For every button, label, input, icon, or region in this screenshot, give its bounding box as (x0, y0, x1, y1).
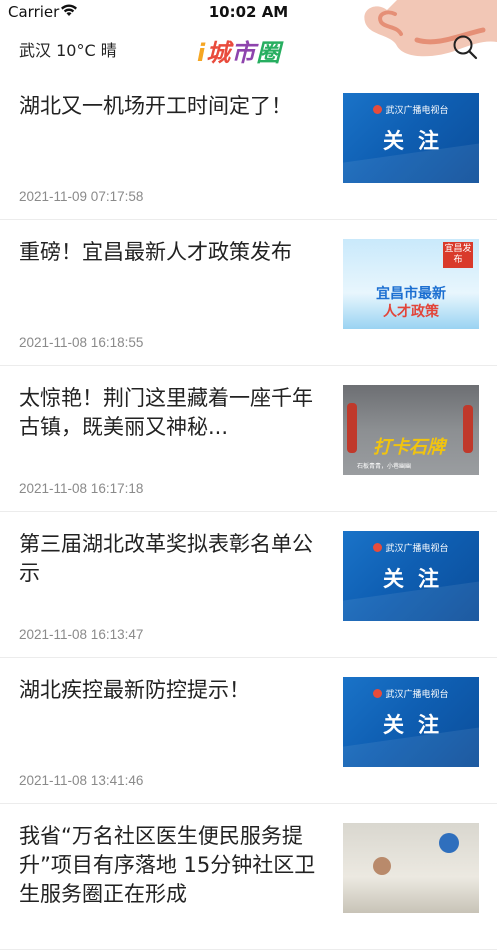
news-item[interactable]: 重磅！宜昌最新人才政策发布 2021-11-08 16:18:55 宜昌发布 宜… (0, 220, 497, 366)
news-thumbnail: 武汉广播电视台 关注 (343, 531, 479, 621)
station-label: 武汉广播电视台 (385, 690, 449, 700)
performer-figure (463, 405, 473, 453)
news-time: 2021-11-08 16:13:47 (19, 627, 144, 642)
thumb-caption: 打卡石牌 (373, 437, 445, 458)
thumb-badge: 宜昌发布 (443, 242, 473, 268)
news-item[interactable]: 我省“万名社区医生便民服务提升”项目有序落地 15分钟社区卫生服务圈正在形成 (0, 804, 497, 950)
news-title: 湖北又一机场开工时间定了！ (19, 94, 292, 118)
weather-label: 武汉 10°C 晴 (19, 41, 117, 60)
station-logo-icon (373, 543, 383, 552)
news-item[interactable]: 湖北疾控最新防控提示！ 2021-11-08 13:41:46 武汉广播电视台 … (0, 658, 497, 804)
news-time: 2021-11-08 13:41:46 (19, 773, 144, 788)
station-logo-icon (373, 689, 383, 698)
news-time: 2021-11-09 07:17:58 (19, 189, 144, 204)
news-title: 重磅！宜昌最新人才政策发布 (19, 240, 292, 264)
thumb-caption: 关注 (383, 129, 453, 153)
news-thumbnail: 武汉广播电视台 关注 (343, 677, 479, 767)
news-item[interactable]: 湖北又一机场开工时间定了！ 2021-11-09 07:17:58 武汉广播电视… (0, 74, 497, 220)
app-logo: i城市圈 (197, 33, 281, 68)
logo-char: 市 (231, 39, 257, 67)
news-title: 太惊艳！荆门这里藏着一座千年古镇，既美丽又神秘... (19, 386, 313, 439)
news-title: 湖北疾控最新防控提示！ (19, 678, 250, 702)
patient-figure (373, 857, 391, 875)
news-item[interactable]: 太惊艳！荆门这里藏着一座千年古镇，既美丽又神秘... 2021-11-08 16… (0, 366, 497, 512)
thumb-caption: 关注 (383, 567, 453, 591)
thumb-caption-line1: 宜昌市最新 (376, 286, 446, 302)
news-item[interactable]: 第三届湖北改革奖拟表彰名单公示 2021-11-08 16:13:47 武汉广播… (0, 512, 497, 658)
logo-char: 城 (206, 39, 232, 67)
news-title: 我省“万名社区医生便民服务提升”项目有序落地 15分钟社区卫生服务圈正在形成 (19, 824, 316, 906)
logo-char: 圈 (256, 39, 282, 67)
station-logo-icon (373, 105, 383, 114)
news-thumbnail: 宜昌发布 宜昌市最新 人才政策 (343, 239, 479, 329)
thumb-subcaption: 石板青青，小巷幽幽 (357, 463, 412, 470)
thumb-caption-line2: 人才政策 (383, 304, 439, 320)
nurse-figure (439, 833, 459, 853)
search-icon[interactable] (451, 33, 479, 61)
logo-char: i (197, 39, 207, 67)
news-list: 湖北又一机场开工时间定了！ 2021-11-09 07:17:58 武汉广播电视… (0, 74, 497, 950)
news-thumbnail (343, 823, 479, 913)
performer-figure (347, 403, 357, 453)
station-label: 武汉广播电视台 (385, 544, 449, 554)
news-time: 2021-11-08 16:17:18 (19, 481, 144, 496)
app-header: 武汉 10°C 晴 i城市圈 (0, 0, 497, 74)
station-label: 武汉广播电视台 (385, 106, 449, 116)
news-time: 2021-11-08 16:18:55 (19, 335, 144, 350)
news-thumbnail: 打卡石牌 石板青青，小巷幽幽 (343, 385, 479, 475)
news-thumbnail: 武汉广播电视台 关注 (343, 93, 479, 183)
news-title: 第三届湖北改革奖拟表彰名单公示 (19, 532, 313, 585)
thumb-caption: 关注 (383, 713, 453, 737)
